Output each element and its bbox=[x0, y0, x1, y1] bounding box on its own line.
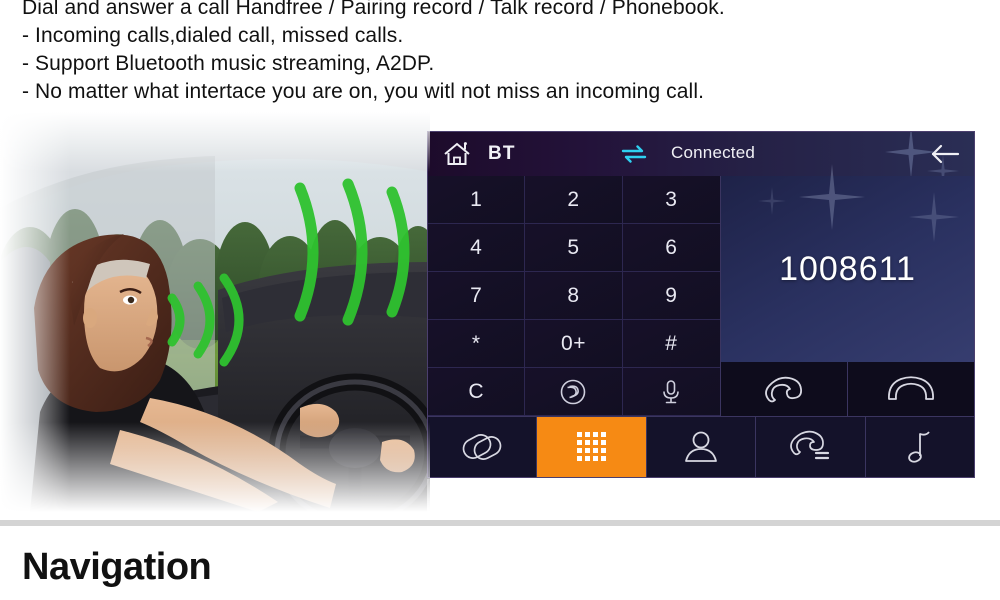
photo-bottom-fade bbox=[0, 422, 430, 512]
device-reflection bbox=[427, 479, 975, 525]
key-9[interactable]: 9 bbox=[622, 272, 720, 320]
key-6[interactable]: 6 bbox=[622, 224, 720, 272]
device-tab-bar bbox=[428, 416, 974, 477]
hangup-icon bbox=[888, 376, 934, 400]
tab-keypad[interactable] bbox=[537, 417, 647, 477]
driver-photo bbox=[0, 112, 430, 512]
key-microphone[interactable] bbox=[622, 368, 720, 416]
section-title-navigation: Navigation bbox=[22, 546, 212, 588]
device-title: BT bbox=[488, 143, 516, 164]
key-2[interactable]: 2 bbox=[525, 176, 623, 224]
device-header: BT Connected bbox=[428, 132, 974, 187]
photo-top-fade bbox=[0, 112, 430, 172]
key-0-plus[interactable]: 0+ bbox=[525, 320, 623, 368]
section-divider bbox=[0, 520, 1000, 526]
key-8[interactable]: 8 bbox=[525, 272, 623, 320]
key-1[interactable]: 1 bbox=[428, 176, 526, 224]
key-audio-transfer[interactable] bbox=[525, 368, 623, 416]
feature-line-4: - No matter what intertace you are on, y… bbox=[22, 80, 705, 103]
home-icon[interactable] bbox=[442, 141, 472, 167]
tab-pairing[interactable] bbox=[428, 417, 538, 477]
dial-keypad: 1 2 3 4 5 6 7 8 9 * 0+ # C bbox=[428, 176, 721, 416]
feature-description: Dial and answer a call Handfree / Pairin… bbox=[22, 0, 982, 106]
key-5[interactable]: 5 bbox=[525, 224, 623, 272]
key-clear[interactable]: C bbox=[428, 368, 526, 416]
key-4[interactable]: 4 bbox=[428, 224, 526, 272]
key-7[interactable]: 7 bbox=[428, 272, 526, 320]
call-records-icon bbox=[790, 430, 830, 460]
number-display-panel: 1008611 bbox=[721, 164, 974, 416]
page-root: Dial and answer a call Handfree / Pairin… bbox=[0, 0, 1000, 600]
back-arrow-icon[interactable] bbox=[930, 143, 960, 165]
reflection-fade bbox=[427, 479, 975, 525]
bluetooth-transfer-icon[interactable] bbox=[621, 145, 647, 163]
call-icon bbox=[765, 376, 803, 403]
tab-call-records[interactable] bbox=[756, 417, 866, 477]
music-note-icon bbox=[908, 431, 930, 463]
key-3[interactable]: 3 bbox=[622, 176, 720, 224]
feature-line-3: - Support Bluetooth music streaming, A2D… bbox=[22, 52, 435, 75]
connection-status: Connected bbox=[671, 143, 756, 162]
microphone-icon bbox=[663, 379, 680, 403]
device-body: 1 2 3 4 5 6 7 8 9 * 0+ # C 1008611 bbox=[428, 164, 974, 416]
audio-transfer-icon bbox=[561, 379, 586, 404]
bluetooth-device-panel: BT Connected 1 2 3 4 5 6 7 8 9 * 0+ # C … bbox=[427, 131, 975, 478]
key-star[interactable]: * bbox=[428, 320, 526, 368]
call-button[interactable] bbox=[721, 362, 848, 416]
feature-line-2: - Incoming calls,dialed call, missed cal… bbox=[22, 24, 404, 47]
link-rings-icon bbox=[462, 434, 502, 460]
tab-contacts[interactable] bbox=[646, 417, 757, 477]
tab-music[interactable] bbox=[865, 417, 974, 477]
key-hash[interactable]: # bbox=[622, 320, 720, 368]
dialed-number-area: 1008611 bbox=[721, 176, 974, 362]
keypad-grid-icon bbox=[576, 432, 606, 461]
call-action-row bbox=[721, 362, 974, 416]
feature-line-1: Dial and answer a call Handfree / Pairin… bbox=[22, 0, 725, 19]
hangup-button[interactable] bbox=[848, 362, 974, 416]
person-icon bbox=[685, 431, 717, 462]
dialed-number: 1008611 bbox=[779, 249, 916, 288]
